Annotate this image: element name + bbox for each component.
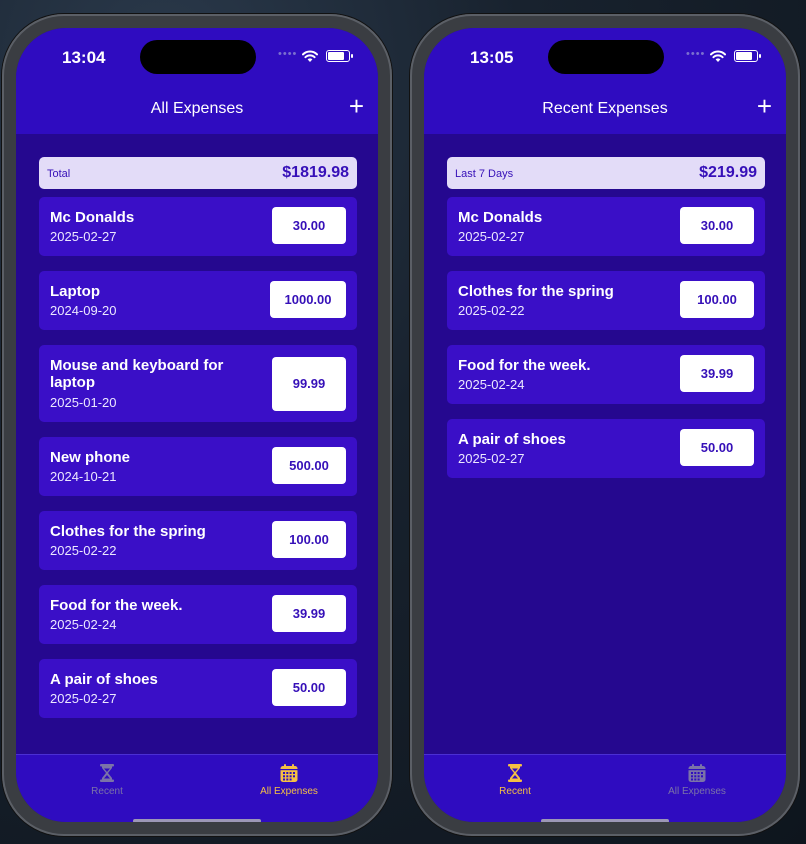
expense-date: 2025-02-27	[50, 691, 117, 706]
expense-name: Mc Donalds	[50, 209, 135, 226]
expense-date: 2025-02-24	[50, 617, 117, 632]
expense-name: Food for the week.	[50, 597, 183, 614]
summary-label: Last 7 Days	[455, 168, 514, 180]
expense-amount: 30.00	[272, 207, 346, 244]
expense-date: 2025-02-22	[50, 543, 117, 558]
total-summary: Total $1819.98	[39, 157, 357, 189]
expense-amount: 39.99	[680, 355, 754, 392]
expense-amount: 50.00	[272, 669, 346, 706]
battery-icon	[734, 50, 761, 62]
tab-recent[interactable]: Recent	[47, 755, 167, 805]
dynamic-island	[140, 40, 256, 74]
expense-amount: 30.00	[680, 207, 754, 244]
expense-amount: 1000.00	[270, 281, 346, 318]
phone-all-expenses: 13:04 •••• All Expenses + Total $1819.98…	[2, 14, 392, 836]
tab-label: Recent	[91, 786, 123, 797]
add-expense-button[interactable]: +	[757, 93, 772, 119]
tab-recent[interactable]: Recent	[455, 755, 575, 805]
tab-all-expenses[interactable]: All Expenses	[637, 755, 757, 805]
tab-label: Recent	[499, 786, 531, 797]
signal-icon: ••••	[278, 48, 298, 60]
expense-item[interactable]: Clothes for the spring 2025-02-22 100.00	[39, 511, 357, 570]
page-title: Recent Expenses	[542, 100, 668, 117]
last-7-days-summary: Last 7 Days $219.99	[447, 157, 765, 189]
expense-amount: 100.00	[680, 281, 754, 318]
wifi-icon	[302, 50, 318, 62]
screen: 13:05 •••• Recent Expenses + Last 7 Days…	[424, 28, 786, 822]
expense-date: 2024-10-21	[50, 469, 117, 484]
expense-item[interactable]: Food for the week. 2025-02-24 39.99	[39, 585, 357, 644]
calendar-icon	[688, 764, 706, 782]
tab-bar: Recent All Expenses	[424, 754, 786, 822]
expense-date: 2025-01-20	[50, 395, 117, 410]
phone-recent-expenses: 13:05 •••• Recent Expenses + Last 7 Days…	[410, 14, 800, 836]
expense-name: Clothes for the spring	[50, 523, 206, 540]
dynamic-island	[548, 40, 664, 74]
tab-all-expenses[interactable]: All Expenses	[229, 755, 349, 805]
expense-item[interactable]: A pair of shoes 2025-02-27 50.00	[39, 659, 357, 718]
expense-amount: 50.00	[680, 429, 754, 466]
signal-icon: ••••	[686, 48, 706, 60]
expense-item[interactable]: Mouse and keyboard for laptop 2025-01-20…	[39, 345, 357, 422]
expense-amount: 99.99	[272, 357, 346, 411]
expense-item[interactable]: Laptop 2024-09-20 1000.00	[39, 271, 357, 330]
calendar-icon	[280, 764, 298, 782]
expense-date: 2025-02-24	[458, 377, 525, 392]
hourglass-icon	[100, 764, 114, 782]
expense-item[interactable]: Clothes for the spring 2025-02-22 100.00	[447, 271, 765, 330]
expense-name: A pair of shoes	[50, 671, 158, 688]
expense-name: New phone	[50, 449, 131, 466]
expense-item[interactable]: Food for the week. 2025-02-24 39.99	[447, 345, 765, 404]
home-indicator[interactable]	[541, 819, 669, 822]
expense-name: Mc Donalds	[458, 209, 543, 226]
hourglass-icon	[508, 764, 522, 782]
status-bar: 13:05 ••••	[424, 28, 786, 86]
status-time: 13:04	[62, 48, 106, 67]
add-expense-button[interactable]: +	[349, 93, 364, 119]
expense-name: Food for the week.	[458, 357, 591, 374]
expense-item[interactable]: Mc Donalds 2025-02-27 30.00	[39, 197, 357, 256]
expense-date: 2025-02-27	[50, 229, 117, 244]
expense-name: Clothes for the spring	[458, 283, 614, 300]
expense-date: 2025-02-27	[458, 229, 525, 244]
status-bar: 13:04 ••••	[16, 28, 378, 86]
summary-label: Total	[47, 168, 71, 180]
status-time: 13:05	[470, 48, 514, 67]
expense-name: A pair of shoes	[458, 431, 566, 448]
expense-item[interactable]: New phone 2024-10-21 500.00	[39, 437, 357, 496]
screen: 13:04 •••• All Expenses + Total $1819.98…	[16, 28, 378, 822]
expense-item[interactable]: A pair of shoes 2025-02-27 50.00	[447, 419, 765, 478]
expense-date: 2025-02-27	[458, 451, 525, 466]
expense-amount: 100.00	[272, 521, 346, 558]
tab-bar: Recent All Expenses	[16, 754, 378, 822]
expense-amount: 39.99	[272, 595, 346, 632]
nav-bar: Recent Expenses +	[424, 86, 786, 134]
expense-item[interactable]: Mc Donalds 2025-02-27 30.00	[447, 197, 765, 256]
home-indicator[interactable]	[133, 819, 261, 822]
summary-value: $1819.98	[282, 164, 349, 181]
tab-label: All Expenses	[668, 786, 726, 797]
nav-bar: All Expenses +	[16, 86, 378, 134]
summary-value: $219.99	[699, 164, 757, 181]
battery-icon	[326, 50, 353, 62]
expense-amount: 500.00	[272, 447, 346, 484]
expense-date: 2025-02-22	[458, 303, 525, 318]
expense-date: 2024-09-20	[50, 303, 117, 318]
page-title: All Expenses	[150, 100, 244, 117]
expense-name: Laptop	[50, 283, 100, 300]
wifi-icon	[710, 50, 726, 62]
tab-label: All Expenses	[260, 786, 318, 797]
expense-name: Mouse and keyboard for laptop	[50, 357, 224, 391]
